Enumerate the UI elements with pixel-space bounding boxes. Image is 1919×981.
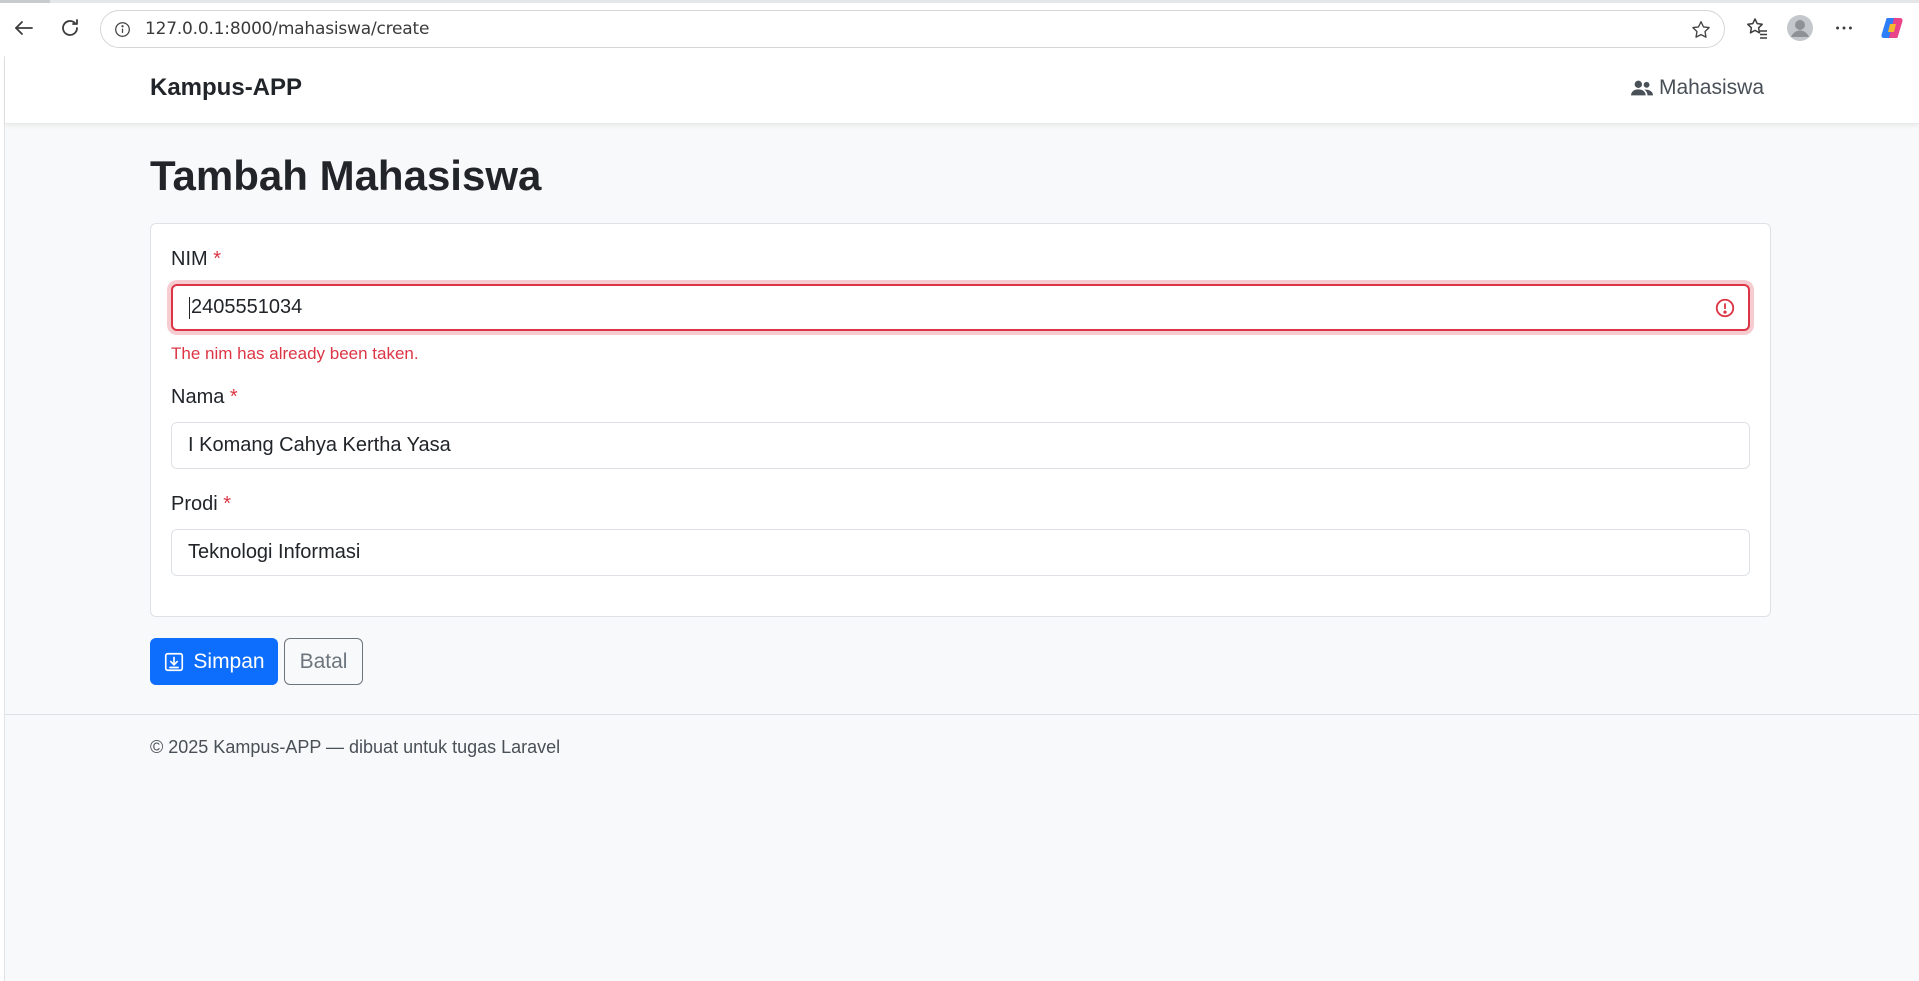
tab-strip <box>0 0 1919 3</box>
address-url[interactable]: 127.0.0.1:8000/mahasiswa/create <box>145 19 429 39</box>
user-avatar-icon <box>1787 15 1813 41</box>
required-mark: * <box>213 248 222 270</box>
arrow-left-icon <box>15 21 33 35</box>
prodi-label: Prodi * <box>171 493 231 516</box>
nama-label: Nama * <box>171 386 238 409</box>
brand-logo[interactable]: Kampus-APP <box>150 74 302 102</box>
nama-label-text: Nama <box>171 386 225 408</box>
more-options-button[interactable] <box>1828 12 1860 44</box>
nav-link-label: Mahasiswa <box>1658 76 1764 99</box>
required-mark: * <box>229 386 238 408</box>
app-navbar: Kampus-APP Mahasiswa <box>5 56 1919 124</box>
error-alert-icon <box>1715 298 1735 318</box>
nim-label: NIM * <box>171 248 221 271</box>
text-caret <box>189 296 190 319</box>
nama-input[interactable]: I Komang Cahya Kertha Yasa <box>171 422 1750 469</box>
cancel-button[interactable]: Batal <box>284 638 363 685</box>
nim-label-text: NIM <box>171 248 208 270</box>
people-icon <box>1630 80 1653 96</box>
address-bar[interactable]: 127.0.0.1:8000/mahasiswa/create <box>100 10 1725 48</box>
reload-icon <box>62 19 78 36</box>
nim-input[interactable]: 2405551034 <box>171 284 1750 331</box>
favorites-button[interactable] <box>1742 12 1772 44</box>
form-card: NIM * 2405551034 The nim has already bee… <box>150 223 1771 617</box>
required-mark: * <box>223 493 232 515</box>
browser-toolbar: 127.0.0.1:8000/mahasiswa/create <box>0 0 1919 56</box>
reload-button[interactable] <box>52 10 88 46</box>
cancel-button-label: Batal <box>299 649 348 673</box>
site-info-icon[interactable] <box>113 20 131 38</box>
save-button[interactable]: Simpan <box>150 638 278 685</box>
prodi-label-text: Prodi <box>171 493 218 515</box>
copilot-button[interactable] <box>1876 12 1908 44</box>
nim-input-value: 2405551034 <box>191 296 303 318</box>
page-viewport: Kampus-APP Mahasiswa Tambah Mahasiswa NI… <box>5 56 1919 981</box>
save-download-icon <box>165 652 184 671</box>
prodi-input-value: Teknologi Informasi <box>188 541 361 563</box>
footer-text: © 2025 Kampus-APP — dibuat untuk tugas L… <box>150 737 561 757</box>
favorite-star-icon[interactable] <box>1690 19 1712 41</box>
nav-link-mahasiswa[interactable]: Mahasiswa <box>1630 76 1764 100</box>
save-button-label: Simpan <box>193 649 265 673</box>
profile-avatar[interactable] <box>1784 12 1816 44</box>
more-horizontal-icon <box>1836 26 1852 30</box>
back-button[interactable] <box>6 10 42 46</box>
page-title: Tambah Mahasiswa <box>150 152 542 199</box>
favorites-list-icon <box>1747 18 1767 39</box>
footer-divider <box>5 714 1919 715</box>
prodi-input[interactable]: Teknologi Informasi <box>171 529 1750 576</box>
nim-error-message: The nim has already been taken. <box>171 344 419 363</box>
nama-input-value: I Komang Cahya Kertha Yasa <box>188 434 451 456</box>
copilot-icon <box>1881 18 1903 38</box>
